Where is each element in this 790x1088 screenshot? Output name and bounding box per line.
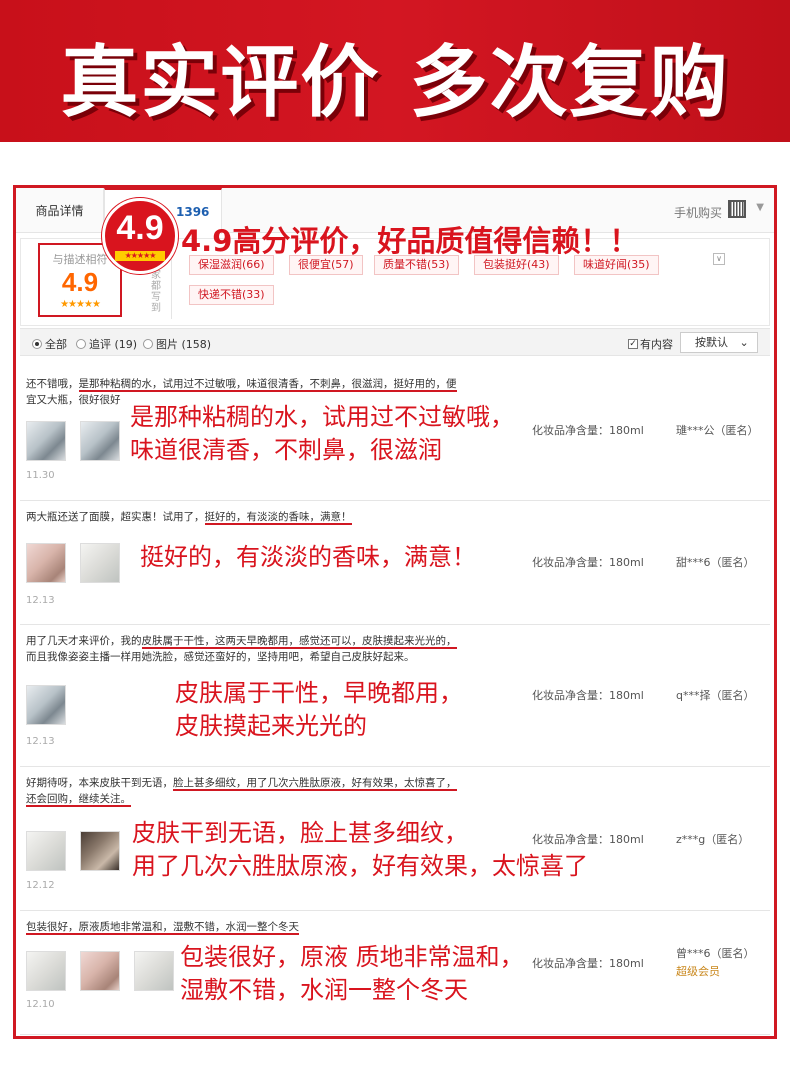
review-text-highlight: 包装很好，原液质地非常温和，湿敷不错，水润一整个冬天 <box>26 921 299 935</box>
filter-append[interactable]: 追评 (19) <box>76 336 137 352</box>
filter-all-label: 全部 <box>45 338 67 351</box>
vip-badge: 超级会员 <box>676 965 720 978</box>
qr-code-icon[interactable] <box>728 200 746 218</box>
review-item: 还不错哦，是那种粘稠的水，试用过不过敏哦，味道很清香，不刺鼻，很滋润，挺好用的，… <box>20 368 770 501</box>
rating-badge-stars: ★★★★★ <box>115 251 165 261</box>
filter-bar: 全部 追评 (19) 图片 (158) ✓ 有内容 按默认 ⌄ <box>20 328 770 356</box>
review-text-highlight: 挺好的，有淡淡的香味，满意！ <box>204 511 352 525</box>
rating-badge-score: 4.9 <box>116 209 164 247</box>
overlay-line: 味道很清香，不刺鼻，很滋润 <box>130 436 442 464</box>
tag-delivery[interactable]: 快递不错(33) <box>189 285 274 305</box>
promo-banner: 真实评价 多次复购 <box>0 0 790 142</box>
review-item: 两大瓶还送了面膜，超实惠！试用了，挺好的，有淡淡的香味，满意！ 挺好的，有淡淡的… <box>20 501 770 625</box>
review-text-part: 宜又大瓶，很好很好 <box>26 394 121 406</box>
review-photo[interactable] <box>26 543 66 583</box>
overlay-line: 湿敷不错，水润一整个冬天 <box>180 976 468 1004</box>
review-spec: 化妆品净含量：180ml <box>532 957 644 970</box>
radio-icon[interactable] <box>143 339 153 349</box>
filter-has-content[interactable]: ✓ 有内容 <box>628 336 673 352</box>
checkbox-icon[interactable]: ✓ <box>628 339 638 349</box>
overlay-line: 皮肤属于干性，早晚都用， <box>175 679 463 707</box>
review-photo[interactable] <box>26 421 66 461</box>
review-date: 12.13 <box>26 736 55 747</box>
review-text-part: 而且我像姿姿主播一样用她洗脸，感觉还蛮好的，坚持用吧，希望自己皮肤好起来。 <box>26 651 415 663</box>
review-count: 1396 <box>176 205 210 219</box>
review-photo[interactable] <box>26 951 66 991</box>
filter-pictures[interactable]: 图片 (158) <box>143 336 211 352</box>
sort-label: 按默认 <box>695 336 728 349</box>
mobile-buy-link[interactable]: 手机购买 <box>674 204 722 221</box>
review-user: z***g（匿名） <box>676 833 750 846</box>
chevron-down-icon[interactable]: ▼ <box>756 202 764 213</box>
review-text-highlight: 还会回购，继续关注。 <box>26 793 131 807</box>
review-highlight-overlay: 挺好的，有淡淡的香味，满意！ <box>140 541 476 574</box>
review-text: 好期待呀，本来皮肤干到无语，脸上甚多细纹，用了几次六胜肽原液，好有效果，太惊喜了… <box>26 775 506 807</box>
review-spec: 化妆品净含量：180ml <box>532 556 644 569</box>
review-user: 甜***6（匿名） <box>676 556 755 569</box>
review-photo[interactable] <box>80 831 120 871</box>
overlay-line: 是那种粘稠的水，试用过不过敏哦， <box>130 403 514 431</box>
headline: 4.9高分评价，好品质值得信赖！！ <box>181 224 639 258</box>
review-highlight-overlay: 皮肤属于干性，早晚都用， 皮肤摸起来光光的 <box>175 677 463 743</box>
overlay-line: 皮肤干到无语，脸上甚多细纹， <box>132 819 468 847</box>
expand-tags-icon[interactable]: ∨ <box>713 253 725 265</box>
review-date: 12.12 <box>26 880 55 891</box>
score-value: 4.9 <box>61 267 99 297</box>
review-photo[interactable] <box>80 421 120 461</box>
review-text: 包装很好，原液质地非常温和，湿敷不错，水润一整个冬天 <box>26 919 506 935</box>
review-text-part: 还不错哦， <box>26 378 79 390</box>
review-text: 用了几天才来评价，我的皮肤属于干性，这两天早晚都用，感觉还可以，皮肤摸起来光光的… <box>26 633 506 665</box>
overlay-line: 挺好的，有淡淡的香味，满意！ <box>140 543 476 571</box>
review-text-part: 好期待呀，本来皮肤干到无语， <box>26 777 173 789</box>
review-text: 两大瓶还送了面膜，超实惠！试用了，挺好的，有淡淡的香味，满意！ <box>26 509 506 525</box>
review-highlight-overlay: 是那种粘稠的水，试用过不过敏哦， 味道很清香，不刺鼻，很滋润 <box>130 401 514 467</box>
review-user: q***择（匿名） <box>676 689 755 702</box>
review-item: 用了几天才来评价，我的皮肤属于干性，这两天早晚都用，感觉还可以，皮肤摸起来光光的… <box>20 625 770 767</box>
review-spec: 化妆品净含量：180ml <box>532 689 644 702</box>
overlay-line: 包装很好，原液 质地非常温和， <box>180 943 524 971</box>
review-photo[interactable] <box>80 543 120 583</box>
review-photo[interactable] <box>26 685 66 725</box>
review-item: 好期待呀，本来皮肤干到无语，脸上甚多细纹，用了几次六胜肽原液，好有效果，太惊喜了… <box>20 767 770 911</box>
divider <box>171 249 172 319</box>
filter-all[interactable]: 全部 <box>32 336 67 352</box>
filter-pictures-label: 图片 (158) <box>156 338 212 351</box>
review-spec: 化妆品净含量：180ml <box>532 424 644 437</box>
review-text-highlight: 是那种粘稠的水，试用过不过敏哦，味道很清香，不刺鼻，很滋润，挺好用的，便 <box>78 378 457 392</box>
review-user: 曾***6（匿名） <box>676 947 755 960</box>
review-highlight-overlay: 皮肤干到无语，脸上甚多细纹， 用了几次六胜肽原液，好有效果，太惊喜了 <box>132 817 588 883</box>
review-spec: 化妆品净含量：180ml <box>532 833 644 846</box>
radio-icon[interactable] <box>32 339 42 349</box>
tab-product-detail[interactable]: 商品详情 <box>16 188 104 233</box>
review-text-highlight: 脸上甚多细纹，用了几次六胜肽原液，好有效果，太惊喜了， <box>173 777 457 791</box>
review-photo[interactable] <box>26 831 66 871</box>
overlay-line: 皮肤摸起来光光的 <box>175 712 367 740</box>
review-date: 12.13 <box>26 595 55 606</box>
review-date: 11.30 <box>26 470 55 481</box>
rating-badge: 4.9 ★★★★★ <box>102 198 178 274</box>
sort-dropdown[interactable]: 按默认 ⌄ <box>680 332 758 353</box>
review-photo[interactable] <box>134 951 174 991</box>
review-text-part: 两大瓶还送了面膜，超实惠！试用了， <box>26 511 205 523</box>
review-date: 12.10 <box>26 999 55 1010</box>
review-item: 包装很好，原液质地非常温和，湿敷不错，水润一整个冬天 包装很好，原液 质地非常温… <box>20 911 770 1035</box>
review-text-highlight: 皮肤属于干性，这两天早晚都用，感觉还可以，皮肤摸起来光光的， <box>141 635 457 649</box>
review-highlight-overlay: 包装很好，原液 质地非常温和， 湿敷不错，水润一整个冬天 <box>180 941 524 1007</box>
review-photo[interactable] <box>80 951 120 991</box>
banner-title: 真实评价 多次复购 <box>60 38 730 128</box>
chevron-down-icon: ⌄ <box>739 336 749 349</box>
review-panel: 商品详情 1396 手机购买 ▼ 与描述相符 4.9 ★★★★★ 大家都写到 保… <box>13 185 777 1039</box>
review-user: 璡***公（匿名） <box>676 424 759 437</box>
overlay-line: 用了几次六胜肽原液，好有效果，太惊喜了 <box>132 852 588 880</box>
filter-has-content-label: 有内容 <box>640 338 673 351</box>
review-text-part: 用了几天才来评价，我的 <box>26 635 142 647</box>
score-stars: ★★★★★ <box>60 299 101 310</box>
radio-icon[interactable] <box>76 339 86 349</box>
filter-append-label: 追评 (19) <box>89 338 138 351</box>
